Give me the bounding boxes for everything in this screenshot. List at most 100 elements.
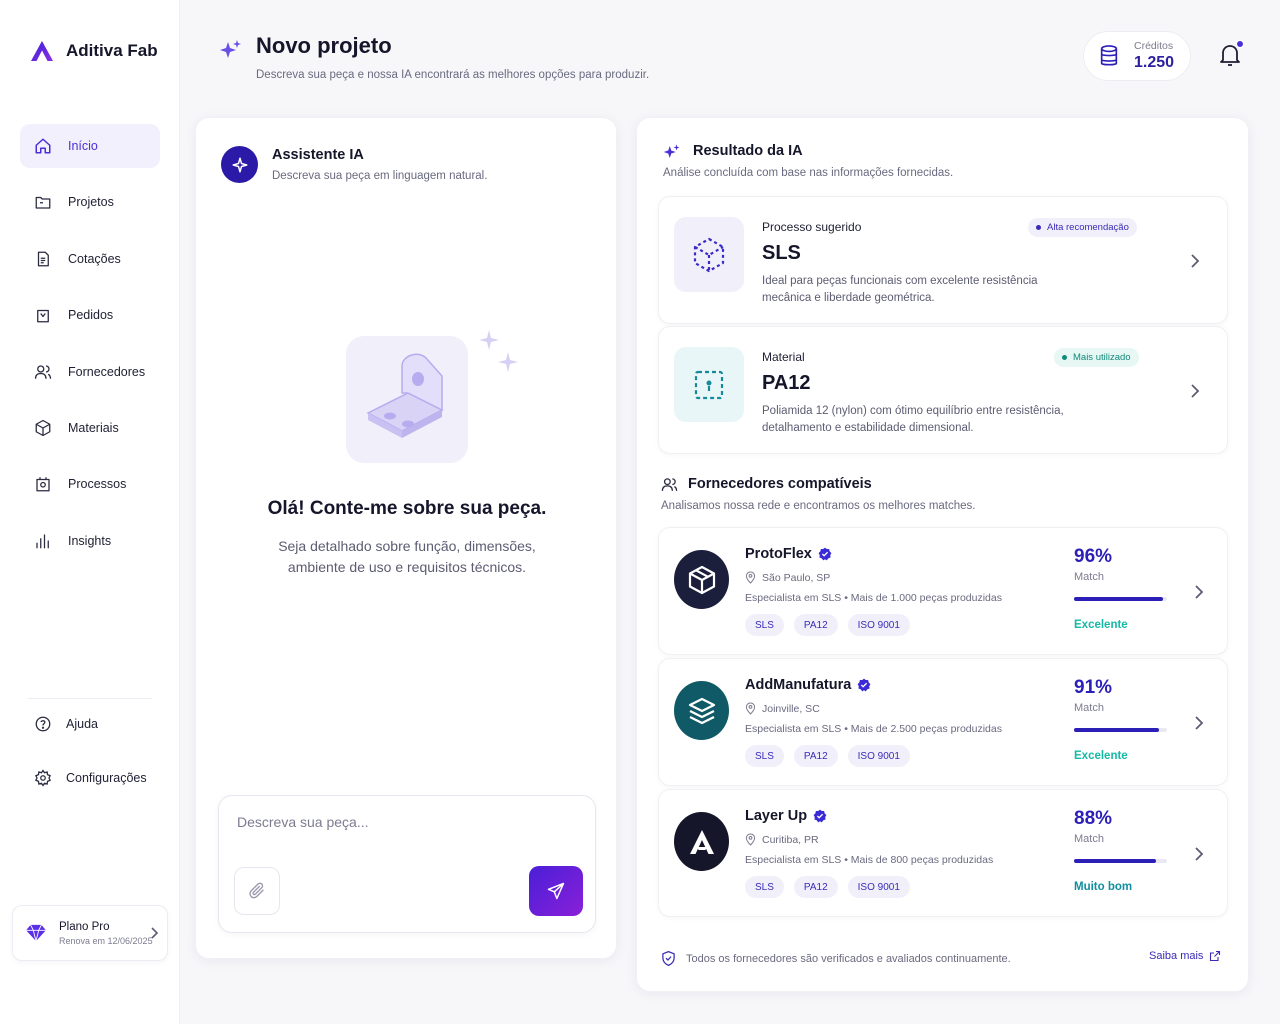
sidebar-item-ajuda[interactable]: Ajuda [20, 715, 160, 733]
verified-icon [818, 547, 832, 561]
layers-logo-icon [688, 697, 715, 724]
coins-icon [1100, 45, 1118, 66]
recommendation-badge: Alta recomendação [1028, 218, 1137, 237]
cube-icon [35, 419, 51, 437]
suppliers-subtitle: Analisamos nossa rede e encontramos os m… [661, 500, 976, 512]
send-button[interactable] [529, 866, 583, 916]
sidebar-divider [28, 698, 152, 699]
supplier-description: Especialista em SLS • Mais de 2.500 peça… [745, 723, 1002, 735]
chevron-right-icon [1191, 384, 1200, 398]
learn-more-label: Saiba mais [1149, 950, 1204, 962]
sidebar-item-fornecedores[interactable]: Fornecedores [20, 350, 160, 394]
supplier-name-text: Layer Up [745, 808, 808, 824]
tag: PA12 [793, 876, 838, 898]
sparkle-icon [232, 157, 247, 172]
suppliers-title: Fornecedores compatíveis [688, 476, 872, 492]
attach-button[interactable] [234, 867, 280, 915]
gear-icon [35, 769, 51, 787]
external-link-icon [1210, 950, 1221, 962]
recommendation-process[interactable]: Processo sugerido SLS Ideal para peças f… [658, 196, 1228, 324]
match-percent: 91% [1074, 677, 1113, 698]
sidebar-item-insights[interactable]: Insights [20, 519, 160, 563]
plan-card[interactable]: Plano Pro Renova em 12/06/2025 [12, 905, 168, 961]
match-label: Match [1074, 702, 1104, 714]
verified-icon [813, 809, 827, 823]
tag: ISO 9001 [847, 745, 910, 767]
sidebar-item-projetos[interactable]: Projetos [20, 180, 160, 224]
supplier-card-layerup[interactable]: Layer Up Curitiba, PR Especialista em SL… [658, 789, 1228, 917]
sidebar: Aditiva Fab Início Projetos Cotações Ped… [0, 0, 180, 1024]
credits-badge[interactable]: Créditos 1.250 [1083, 31, 1191, 81]
letter-a-logo-icon [689, 829, 714, 854]
cube-logo-icon [688, 565, 715, 594]
sidebar-item-label: Pedidos [68, 308, 114, 323]
sparkle-icon [220, 40, 241, 58]
recommendation-material[interactable]: Material PA12 Poliamida 12 (nylon) com ó… [658, 326, 1228, 454]
supplier-location-text: São Paulo, SP [762, 571, 831, 584]
bracket-part-icon [366, 353, 444, 438]
part-illustration [346, 336, 468, 463]
tag: PA12 [793, 614, 838, 636]
chart-icon [36, 534, 49, 549]
badge-dot [1036, 225, 1041, 230]
match-percent: 88% [1074, 808, 1113, 829]
sidebar-item-inicio[interactable]: Início [20, 124, 160, 168]
verified-icon [857, 678, 871, 692]
recommendation-label: Processo sugerido [762, 220, 862, 234]
sidebar-item-pedidos[interactable]: Pedidos [20, 293, 160, 337]
supplier-location-text: Joinville, SC [762, 702, 820, 715]
recommendation-description: Ideal para peças funcionais com excelent… [762, 275, 1038, 304]
document-icon [37, 251, 49, 267]
supplier-tags: SLS PA12 ISO 9001 [745, 876, 910, 898]
supplier-description: Especialista em SLS • Mais de 1.000 peça… [745, 592, 1002, 604]
location-pin-icon [745, 702, 756, 715]
sparkle-icon [663, 144, 680, 158]
paperclip-icon [249, 882, 264, 899]
notification-dot [1236, 40, 1244, 48]
sidebar-item-cotacoes[interactable]: Cotações [20, 237, 160, 281]
sidebar-item-label: Configurações [66, 771, 147, 785]
chevron-right-icon [1195, 585, 1204, 599]
sidebar-item-label: Ajuda [66, 717, 98, 731]
sidebar-nav: Início Projetos Cotações Pedidos Fornece… [20, 124, 160, 575]
brand-name: Aditiva Fab [66, 41, 158, 60]
supplier-card-protoflex[interactable]: ProtoFlex São Paulo, SP Especialista em … [658, 527, 1228, 655]
chat-input[interactable] [237, 814, 567, 830]
material-frame-icon [694, 370, 724, 399]
brand[interactable]: Aditiva Fab [30, 40, 158, 62]
badge-label: Alta recomendação [1047, 222, 1129, 233]
sparkles-icon [479, 330, 518, 372]
plan-renewal: Renova em 12/06/2025 [59, 935, 153, 946]
logo-icon [31, 41, 53, 61]
material-icon-box [674, 347, 744, 422]
match-bar-fill [1074, 597, 1164, 601]
learn-more-link[interactable]: Saiba mais [1149, 950, 1221, 962]
supplier-location: Curitiba, PR [745, 833, 819, 846]
sidebar-item-label: Projetos [68, 195, 114, 210]
results-panel: Resultado da IA Análise concluída com ba… [636, 117, 1249, 992]
results-title: Resultado da IA [693, 143, 803, 159]
supplier-description: Especialista em SLS • Mais de 800 peças … [745, 854, 994, 866]
match-bar-fill [1074, 728, 1159, 732]
users-icon [34, 364, 52, 379]
sidebar-item-label: Início [68, 139, 98, 153]
supplier-logo [674, 812, 729, 871]
sidebar-item-processos[interactable]: Processos [20, 462, 160, 506]
supplier-location-text: Curitiba, PR [762, 833, 819, 846]
greeting-hint: Seja detalhado sobre função, dimensões, … [278, 538, 536, 575]
supplier-card-addmanufatura[interactable]: AddManufatura Joinville, SC Especialista… [658, 658, 1228, 786]
supplier-logo [674, 550, 729, 609]
notifications-button[interactable] [1218, 40, 1244, 73]
sidebar-item-label: Materiais [68, 420, 119, 435]
sidebar-item-label: Cotações [68, 251, 121, 266]
supplier-name-text: ProtoFlex [745, 546, 812, 562]
recommendation-label: Material [762, 350, 805, 364]
plan-title: Plano Pro [59, 920, 110, 933]
shield-check-icon [662, 951, 675, 966]
results-subtitle: Análise concluída com base nas informaçõ… [663, 167, 954, 179]
tag: ISO 9001 [847, 876, 910, 898]
match-bar [1074, 597, 1167, 601]
sidebar-item-configuracoes[interactable]: Configurações [20, 769, 160, 787]
sidebar-item-materiais[interactable]: Materiais [20, 406, 160, 450]
supplier-location: São Paulo, SP [745, 571, 830, 584]
